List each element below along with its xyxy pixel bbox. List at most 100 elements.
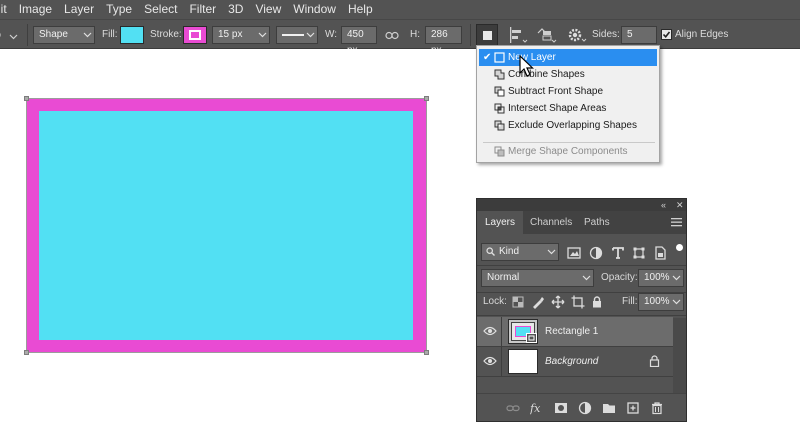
stroke-label: Stroke: <box>150 29 182 40</box>
divider <box>477 376 673 377</box>
options-bar: Shape Fill: Stroke: 15 px W: 450 px H: 2… <box>0 19 800 56</box>
new-layer-icon <box>494 52 505 63</box>
menu-item-label: Exclude Overlapping Shapes <box>508 120 637 131</box>
tool-preset-chevron-down-icon[interactable] <box>9 32 18 41</box>
stroke-swatch-inner <box>189 30 201 40</box>
menu-image[interactable]: Image <box>13 0 58 19</box>
stroke-width-field[interactable]: 15 px <box>212 26 270 44</box>
collapse-panel-icon[interactable]: « <box>661 199 666 211</box>
intersect-shapes-icon <box>494 103 505 114</box>
stroke-width-value: 15 px <box>218 29 243 40</box>
lock-transparent-pixels-icon[interactable] <box>511 295 525 309</box>
fill-label: Fill: <box>622 296 638 307</box>
lock-artboard-icon[interactable] <box>571 295 585 309</box>
blend-mode-select[interactable]: Normal <box>481 269 594 287</box>
tab-layers[interactable]: Layers <box>477 211 524 234</box>
adjustment-layer-icon[interactable] <box>578 401 592 415</box>
menu-item-new-layer[interactable]: ✔ New Layer <box>479 49 657 66</box>
menu-item-exclude-overlapping-shapes[interactable]: Exclude Overlapping Shapes <box>479 117 657 134</box>
menu-item-label: Merge Shape Components <box>508 146 628 157</box>
divider <box>501 317 502 346</box>
menu-view[interactable]: View <box>249 0 287 19</box>
rectangle-shape-fill[interactable] <box>39 111 413 340</box>
height-field[interactable]: 286 px <box>425 26 462 56</box>
opacity-field[interactable]: 100% <box>638 269 684 287</box>
width-field[interactable]: 450 px <box>341 26 377 56</box>
combine-shapes-icon <box>494 69 505 80</box>
opacity-label: Opacity: <box>601 272 638 283</box>
align-edges-checkbox[interactable] <box>661 29 672 40</box>
menu-item-combine-shapes[interactable]: Combine Shapes <box>479 66 657 83</box>
link-layers-icon[interactable] <box>506 401 520 415</box>
tab-channels[interactable]: Channels <box>522 211 580 234</box>
menu-3d[interactable]: 3D <box>222 0 249 19</box>
path-operations-icon <box>483 31 492 40</box>
filter-adjustment-layers-icon[interactable] <box>589 246 603 260</box>
panel-title-bar[interactable]: « ✕ <box>477 199 686 211</box>
height-label: H: <box>410 29 420 40</box>
anchor-point-top-left[interactable] <box>24 96 29 101</box>
menu-edit[interactable]: dit <box>0 0 13 19</box>
menu-window[interactable]: Window <box>287 0 342 19</box>
menu-filter[interactable]: Filter <box>183 0 222 19</box>
fill-color-swatch[interactable] <box>120 26 144 44</box>
layer-style-fx-icon[interactable]: fx <box>530 401 544 415</box>
layers-scrollbar[interactable] <box>673 318 686 393</box>
panel-menu-icon[interactable] <box>671 217 682 227</box>
width-label: W: <box>325 29 338 40</box>
anchor-point-top-right[interactable] <box>424 96 429 101</box>
panel-tabs: Layers Channels Paths <box>477 211 686 234</box>
stroke-color-swatch[interactable] <box>183 26 207 44</box>
path-alignment-icon[interactable] <box>506 25 528 45</box>
menu-layer[interactable]: Layer <box>58 0 100 19</box>
path-operations-menu: ✔ New Layer Combine Shapes Subtract Fron… <box>476 45 660 163</box>
menu-item-intersect-shape-areas[interactable]: Intersect Shape Areas <box>479 100 657 117</box>
fill-value: 100% <box>644 296 670 307</box>
filter-type-layers-icon[interactable] <box>611 246 625 260</box>
merge-components-icon <box>494 146 505 157</box>
eye-icon[interactable] <box>483 325 497 337</box>
filter-shape-layers-icon[interactable] <box>632 246 646 260</box>
layer-row-rectangle-1[interactable]: Rectangle 1 <box>477 317 673 346</box>
tab-paths[interactable]: Paths <box>576 211 618 234</box>
filter-pixel-layers-icon[interactable] <box>567 246 581 260</box>
eye-icon[interactable] <box>483 355 497 367</box>
gear-icon[interactable] <box>566 25 588 45</box>
tool-mode-select[interactable]: Shape <box>33 26 95 44</box>
layers-panel: « ✕ Layers Channels Paths Kind Normal Op… <box>476 198 687 422</box>
lock-image-pixels-icon[interactable] <box>531 295 545 309</box>
fill-field[interactable]: 100% <box>638 293 684 311</box>
add-layer-mask-icon[interactable] <box>554 401 568 415</box>
lock-all-icon[interactable] <box>590 295 604 309</box>
tool-preset-icon[interactable] <box>0 25 8 45</box>
lock-icon <box>649 355 660 367</box>
chevron-down-icon <box>672 299 681 305</box>
layer-row-background[interactable]: Background <box>477 347 673 376</box>
new-group-folder-icon[interactable] <box>602 401 616 415</box>
anchor-point-bottom-right[interactable] <box>424 350 429 355</box>
menu-item-label: Subtract Front Shape <box>508 86 604 97</box>
close-icon[interactable]: ✕ <box>676 199 684 211</box>
filter-smart-objects-icon[interactable] <box>653 246 667 260</box>
align-edges-label: Align Edges <box>675 29 729 40</box>
chevron-down-icon <box>672 275 681 281</box>
divider <box>27 24 28 46</box>
blend-mode-value: Normal <box>487 272 520 283</box>
filter-toggle-switch[interactable] <box>676 244 683 251</box>
menu-type[interactable]: Type <box>100 0 138 19</box>
menu-select[interactable]: Select <box>138 0 183 19</box>
exclude-shapes-icon <box>494 120 505 131</box>
menu-item-subtract-front-shape[interactable]: Subtract Front Shape <box>479 83 657 100</box>
link-dimensions-icon[interactable] <box>385 31 399 40</box>
sides-field[interactable]: 5 <box>621 26 657 44</box>
new-layer-icon[interactable] <box>626 401 640 415</box>
trash-icon[interactable] <box>650 401 664 415</box>
path-arrangement-icon[interactable] <box>535 25 557 45</box>
anchor-point-bottom-left[interactable] <box>24 350 29 355</box>
filter-kind-select[interactable]: Kind <box>481 243 559 261</box>
lock-position-icon[interactable] <box>551 295 565 309</box>
stroke-type-select[interactable] <box>276 26 318 44</box>
menu-help[interactable]: Help <box>342 0 379 19</box>
divider <box>470 24 471 46</box>
path-operations-button[interactable] <box>476 24 498 46</box>
